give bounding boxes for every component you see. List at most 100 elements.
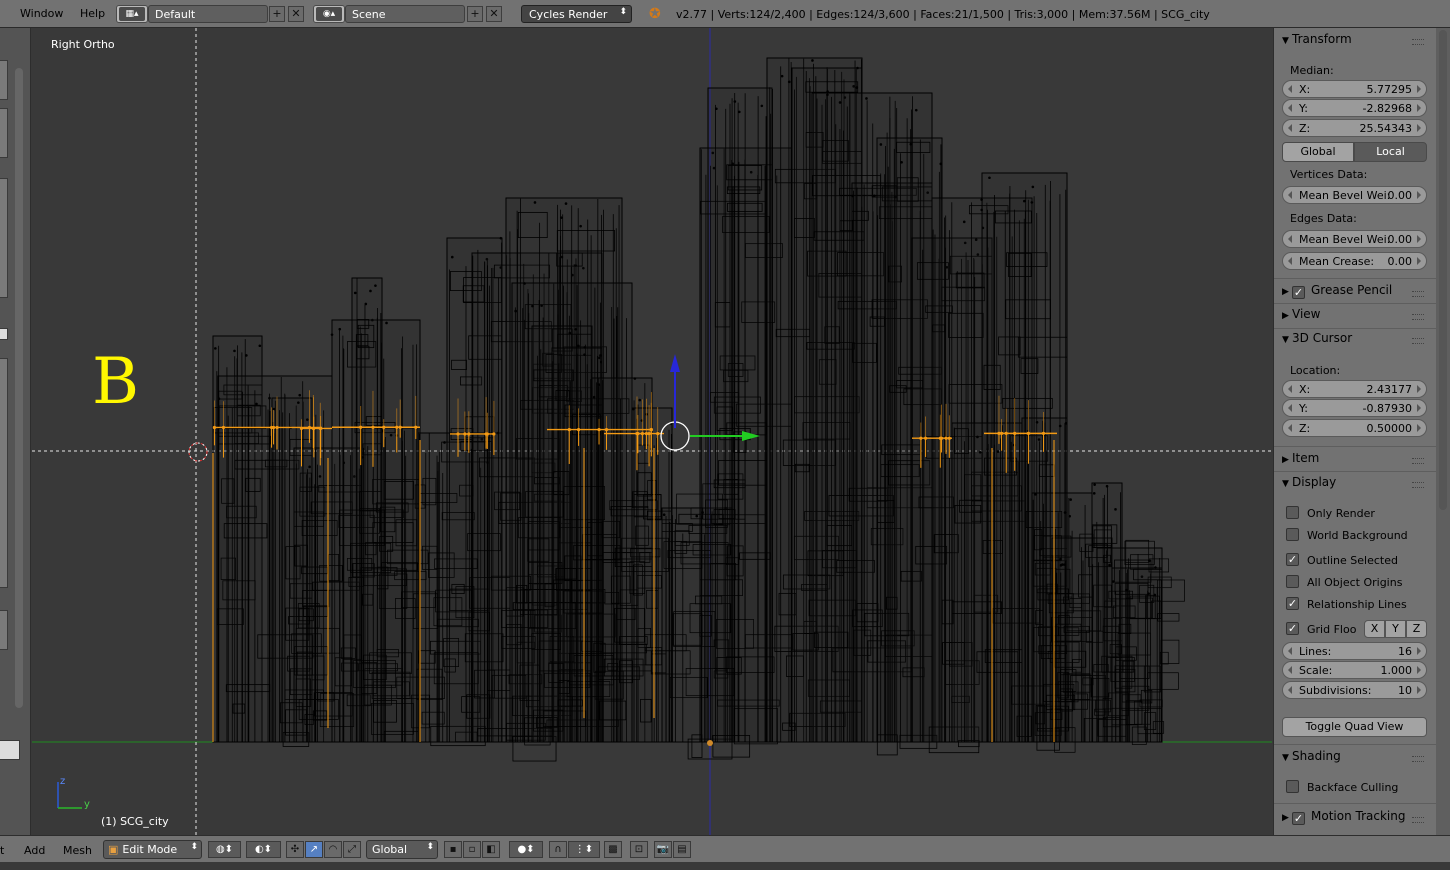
translate-manipulator-icon[interactable]: ↗ xyxy=(305,841,323,858)
grid-scale-field[interactable]: Scale: 1.000 xyxy=(1282,661,1427,679)
grid-floor-checkbox[interactable]: ✓ xyxy=(1286,622,1299,635)
local-toggle[interactable]: Local xyxy=(1354,142,1427,162)
world-background-checkbox[interactable] xyxy=(1286,528,1299,541)
motion-tracking-checkbox[interactable]: ✓ xyxy=(1292,812,1305,825)
scene-type-dropdown[interactable]: ◉▴ xyxy=(313,5,345,23)
shelf-tab[interactable] xyxy=(0,358,8,588)
menu-help[interactable]: Help xyxy=(80,7,105,20)
drag-grip-icon[interactable] xyxy=(1412,482,1424,488)
grid-lines-field[interactable]: Lines: 16 xyxy=(1282,642,1427,660)
shelf-tab[interactable] xyxy=(0,108,8,158)
viewport-shading-dropdown[interactable]: ◍⬍ xyxy=(208,841,241,858)
vertex-dot xyxy=(1108,563,1111,567)
render-image-icon[interactable]: 📷 xyxy=(654,841,672,858)
panel-header-3d-cursor[interactable]: ▼ 3D Cursor xyxy=(1282,331,1352,345)
selected-vertex xyxy=(656,431,660,436)
drag-grip-icon[interactable] xyxy=(1412,458,1424,464)
panel-header-view[interactable]: ▶ View xyxy=(1282,307,1320,321)
drag-grip-icon[interactable] xyxy=(1412,314,1424,320)
layout-type-dropdown[interactable]: ▦▴ xyxy=(116,5,148,23)
menu-view[interactable]: t xyxy=(0,844,4,857)
grid-subdivisions-field[interactable]: Subdivisions: 10 xyxy=(1282,681,1427,699)
edge-select-icon[interactable]: ▫ xyxy=(463,841,481,858)
grid-axis-y-toggle[interactable]: Y xyxy=(1385,620,1406,638)
mean-crease-field[interactable]: Mean Crease: 0.00 xyxy=(1282,252,1427,270)
mode-dropdown[interactable]: ▣ Edit Mode ⬍ xyxy=(103,840,202,859)
snap-element-dropdown[interactable]: ⋮⬍ xyxy=(568,841,600,858)
drag-grip-icon[interactable] xyxy=(1412,817,1424,823)
panel-header-display[interactable]: ▼ Display xyxy=(1282,475,1336,489)
edge-bevel-weight-field[interactable]: Mean Bevel Wei: 0.00 xyxy=(1282,230,1427,248)
vertex-dot xyxy=(638,398,642,402)
vertex-dot xyxy=(811,59,814,62)
tool-shelf-collapsed[interactable] xyxy=(0,28,31,835)
selected-vertex xyxy=(467,432,471,436)
vertices-data-label: Vertices Data: xyxy=(1290,168,1368,181)
menu-mesh[interactable]: Mesh xyxy=(63,844,92,857)
vertex-dot xyxy=(531,304,534,308)
median-z-field[interactable]: Z: 25.54343 xyxy=(1282,119,1427,137)
backface-culling-checkbox[interactable] xyxy=(1286,780,1299,793)
properties-region: ▼ Transform Median: X: 5.77295 Y: -2.82968 … xyxy=(1273,28,1436,835)
3d-viewport[interactable]: z y Right Ortho B (1) SCG_city xyxy=(32,28,1272,835)
render-engine-dropdown[interactable]: Cycles Render ⬍ xyxy=(521,5,632,23)
shelf-tab[interactable] xyxy=(0,740,20,760)
panel-header-motion-tracking[interactable]: ▶ ✓ Motion Tracking xyxy=(1282,809,1405,825)
properties-scrollbar[interactable] xyxy=(1439,30,1447,510)
global-toggle[interactable]: Global xyxy=(1282,142,1354,162)
menu-add[interactable]: Add xyxy=(24,844,45,857)
drag-grip-icon[interactable] xyxy=(1412,291,1424,297)
shelf-tab[interactable] xyxy=(0,178,8,298)
only-render-checkbox[interactable] xyxy=(1286,506,1299,519)
all-object-origins-checkbox[interactable] xyxy=(1286,575,1299,588)
median-x-field[interactable]: X: 5.77295 xyxy=(1282,80,1427,98)
outline-selected-checkbox[interactable]: ✓ xyxy=(1286,553,1299,566)
panel-header-transform[interactable]: ▼ Transform xyxy=(1282,32,1352,46)
proportional-edit-dropdown[interactable]: ●⬍ xyxy=(509,841,543,858)
transform-orientation-dropdown[interactable]: Global ⬍ xyxy=(366,840,438,859)
render-animation-icon[interactable]: ▤ xyxy=(673,841,691,858)
shelf-tab[interactable] xyxy=(0,610,8,650)
vertex-dot xyxy=(978,450,982,454)
collapsed-triangle-icon: ▶ xyxy=(1282,455,1289,465)
panel-header-grease-pencil[interactable]: ▶ ✓ Grease Pencil xyxy=(1282,283,1392,299)
drag-grip-icon[interactable] xyxy=(1412,756,1424,762)
collapsed-triangle-icon: ▶ xyxy=(1282,813,1289,823)
add-layout-icon[interactable]: + xyxy=(269,6,285,22)
grid-axis-x-toggle[interactable]: X xyxy=(1364,620,1385,638)
scale-manipulator-icon[interactable]: ⤢ xyxy=(343,841,361,858)
shelf-scrollbar[interactable] xyxy=(15,68,23,708)
relationship-lines-checkbox[interactable]: ✓ xyxy=(1286,597,1299,610)
remove-scene-icon[interactable]: ✕ xyxy=(486,6,502,22)
menu-window[interactable]: Window xyxy=(20,7,63,20)
add-scene-icon[interactable]: + xyxy=(467,6,483,22)
shelf-tab[interactable] xyxy=(0,328,8,340)
vertex-dot xyxy=(297,401,300,404)
grid-axis-z-toggle[interactable]: Z xyxy=(1406,620,1427,638)
grease-pencil-checkbox[interactable]: ✓ xyxy=(1292,286,1305,299)
drag-grip-icon[interactable] xyxy=(1412,338,1424,344)
snap-toggle-icon[interactable]: ∩ xyxy=(549,841,567,858)
vertex-bevel-weight-field[interactable]: Mean Bevel Wei: 0.00 xyxy=(1282,186,1427,204)
panel-header-item[interactable]: ▶ Item xyxy=(1282,451,1319,465)
opengl-render-icon[interactable]: ⊡ xyxy=(630,841,648,858)
manipulator-toggle-icon[interactable]: ✣ xyxy=(286,841,304,858)
panel-header-shading[interactable]: ▼ Shading xyxy=(1282,749,1341,763)
cursor-x-field[interactable]: X: 2.43177 xyxy=(1282,380,1427,398)
face-select-icon[interactable]: ◧ xyxy=(482,841,500,858)
pivot-point-dropdown[interactable]: ◐⬍ xyxy=(246,841,281,858)
layout-name-field[interactable]: Default xyxy=(148,5,268,23)
scene-name-field[interactable]: Scene xyxy=(345,5,465,23)
vertex-dot xyxy=(879,143,883,146)
median-y-field[interactable]: Y: -2.82968 xyxy=(1282,99,1427,117)
cursor-y-field[interactable]: Y: -0.87930 xyxy=(1282,399,1427,417)
rotate-manipulator-icon[interactable]: ◠ xyxy=(324,841,342,858)
remove-layout-icon[interactable]: ✕ xyxy=(288,6,304,22)
drag-grip-icon[interactable] xyxy=(1412,39,1424,45)
outline-selected-label: Outline Selected xyxy=(1307,554,1398,567)
shelf-tab[interactable] xyxy=(0,60,8,100)
vertex-select-icon[interactable]: ▪ xyxy=(444,841,462,858)
occlude-geometry-icon[interactable]: ▩ xyxy=(604,841,622,858)
toggle-quad-view-button[interactable]: Toggle Quad View xyxy=(1282,717,1427,737)
cursor-z-field[interactable]: Z: 0.50000 xyxy=(1282,419,1427,437)
